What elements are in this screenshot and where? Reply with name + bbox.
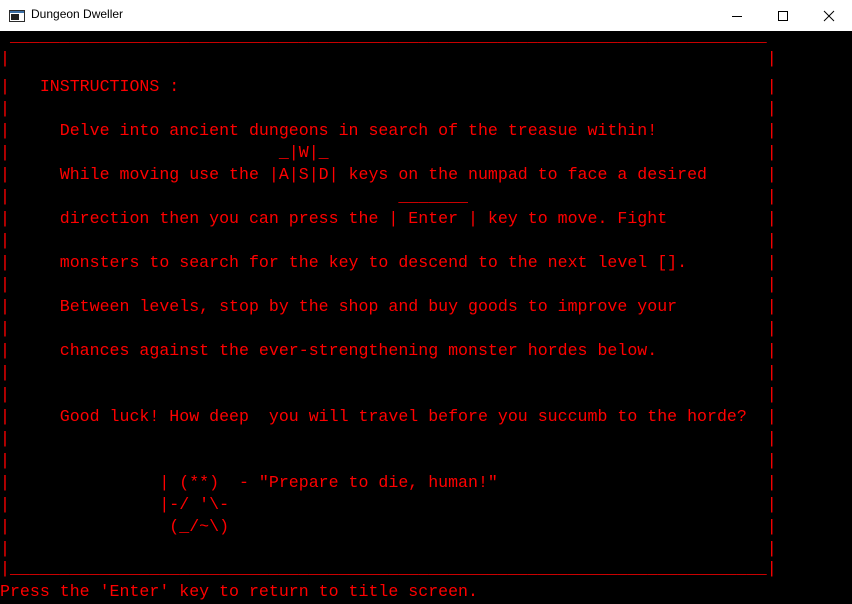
minimize-icon [732,16,742,17]
instructions-heading: | INSTRUCTIONS : | [0,77,777,96]
monster-art-line: | | (**) - "Prepare to die, human!" | [0,473,777,492]
window-title: Dungeon Dweller [31,7,124,21]
console-line: | | [0,319,777,338]
console-line: | Between levels, stop by the shop and b… [0,297,777,316]
console-line: | | [0,275,777,294]
console-line: | | [0,429,777,448]
monster-art-line: | |-/ '\- | [0,495,777,514]
close-button[interactable] [806,0,852,31]
console-line: | _|W|_ | [0,143,777,162]
close-icon [823,10,835,22]
console-line: | | [0,363,777,382]
console-app-icon [9,9,25,22]
monster-art-line: | (_/~\) | [0,517,777,536]
console-area[interactable]: ________________________________________… [0,27,852,604]
console-line: |_______________________________________… [0,559,777,578]
console-line: | | [0,99,777,118]
console-line: | _______ | [0,187,777,206]
console-line: ________________________________________… [0,27,767,46]
return-prompt: Press the 'Enter' key to return to title… [0,582,478,601]
console-line: | | [0,539,777,558]
console-line: | Good luck! How deep you will travel be… [0,407,777,426]
console-line: | direction then you can press the | Ent… [0,209,777,228]
console-line: | | [0,451,777,470]
maximize-icon [778,11,788,21]
console-line: | | [0,385,777,404]
console-line: | | [0,49,777,68]
console-line: | Delve into ancient dungeons in search … [0,121,777,140]
console-line: | chances against the ever-strengthening… [0,341,777,360]
console-line: | monsters to search for the key to desc… [0,253,777,272]
console-line: | | [0,231,777,250]
console-line: | While moving use the |A|S|D| keys on t… [0,165,777,184]
